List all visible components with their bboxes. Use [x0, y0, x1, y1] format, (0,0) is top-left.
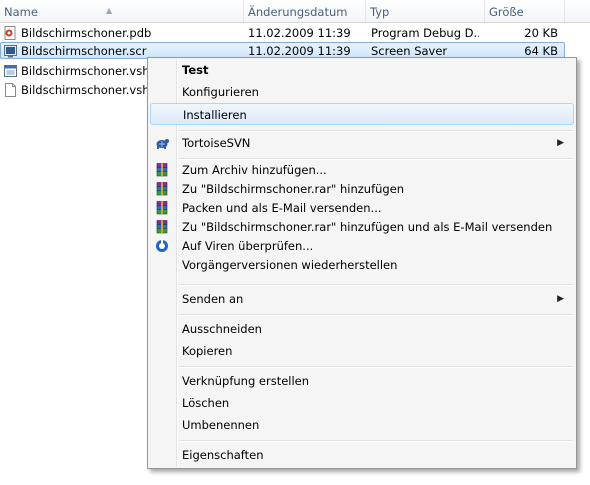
column-date-label: Änderungsdatum [248, 5, 348, 19]
menu-item-label: Löschen [182, 396, 230, 410]
sort-ascending-icon: ▲ [106, 6, 113, 15]
document-file-icon [5, 83, 16, 97]
menu-item-label: Packen und als E-Mail versenden... [182, 201, 382, 215]
winrar-icon [156, 201, 168, 215]
file-size: 20 KB [524, 26, 558, 40]
menu-item-label: Verknüpfung erstellen [182, 374, 310, 388]
menu-separator [180, 284, 572, 286]
submenu-arrow-icon: ▶ [557, 294, 564, 304]
menu-item-label: Installieren [183, 108, 247, 122]
menu-item-loeschen[interactable]: Löschen [150, 392, 574, 414]
menu-item-konfigurieren[interactable]: Konfigurieren [150, 81, 574, 103]
menu-item-vorgaenger[interactable]: Vorgängerversionen wiederherstellen [150, 256, 574, 275]
column-header-size[interactable]: Größe [485, 0, 565, 22]
column-name-label: Name [4, 5, 38, 19]
menu-item-packen-mail[interactable]: Packen und als E-Mail versenden... [150, 199, 574, 218]
menu-item-label: Test [182, 63, 209, 77]
menu-item-label: Konfigurieren [182, 85, 259, 99]
menu-item-senden-an[interactable]: Senden an ▶ [150, 288, 574, 310]
menu-item-verknuepfung[interactable]: Verknüpfung erstellen [150, 370, 574, 392]
menu-item-label: Vorgängerversionen wiederherstellen [182, 258, 398, 272]
column-header: Name ▲ Änderungsdatum Typ Größe [0, 0, 590, 23]
menu-item-label: Auf Viren überprüfen... [182, 239, 314, 253]
column-header-date[interactable]: Änderungsdatum [244, 0, 366, 22]
menu-item-archiv[interactable]: Zum Archiv hinzufügen... [150, 161, 574, 180]
column-size-label: Größe [489, 5, 524, 19]
menu-item-label: Ausschneiden [182, 322, 262, 336]
column-type-label: Typ [370, 5, 390, 19]
winrar-icon [156, 163, 168, 177]
file-row[interactable]: Bildschirmschoner.pdb 11.02.2009 11:39 P… [0, 24, 590, 42]
menu-separator [180, 440, 572, 442]
menu-item-rar-mail[interactable]: Zu "Bildschirmschoner.rar" hinzufügen un… [150, 218, 574, 237]
menu-separator [180, 158, 572, 160]
antivirus-icon [156, 240, 168, 252]
menu-item-test[interactable]: Test [150, 59, 574, 81]
menu-item-viren[interactable]: Auf Viren überprüfen... [150, 237, 574, 256]
exe-file-icon [4, 65, 17, 77]
menu-item-label: Zum Archiv hinzufügen... [182, 163, 327, 177]
winrar-icon [156, 220, 168, 234]
menu-item-label: Umbenennen [182, 418, 260, 432]
menu-item-rar[interactable]: Zu "Bildschirmschoner.rar" hinzufügen [150, 180, 574, 199]
column-header-type[interactable]: Typ [366, 0, 485, 22]
menu-item-tortoisesvn[interactable]: TortoiseSVN ▶ [150, 132, 574, 154]
winrar-icon [156, 182, 168, 196]
menu-item-label: Zu "Bildschirmschoner.rar" hinzufügen [182, 182, 405, 196]
submenu-arrow-icon: ▶ [557, 138, 564, 148]
menu-item-eigenschaften[interactable]: Eigenschaften [150, 444, 574, 466]
menu-item-ausschneiden[interactable]: Ausschneiden [150, 318, 574, 340]
column-header-name[interactable]: Name ▲ [0, 0, 244, 22]
menu-item-label: Eigenschaften [182, 448, 264, 462]
menu-item-label: Kopieren [182, 344, 233, 358]
menu-item-kopieren[interactable]: Kopieren [150, 340, 574, 362]
menu-separator [180, 366, 572, 368]
menu-item-label: TortoiseSVN [182, 136, 251, 150]
file-date: 11.02.2009 11:39 [248, 26, 351, 40]
menu-separator [180, 314, 572, 316]
pdb-file-icon [4, 26, 16, 40]
menu-item-label: Senden an [182, 292, 244, 306]
file-type: Program Debug D... [371, 26, 479, 40]
tortoisesvn-icon [156, 139, 169, 149]
file-name: Bildschirmschoner.pdb [21, 26, 152, 40]
file-name: Bildschirmschoner.vshost.exe.manifest [21, 83, 147, 97]
menu-item-label: Zu "Bildschirmschoner.rar" hinzufügen un… [182, 220, 553, 234]
menu-item-installieren[interactable]: Installieren [150, 103, 574, 125]
context-menu: Test Konfigurieren Installieren Tortoise… [147, 57, 577, 469]
file-name: Bildschirmschoner.vshost.exe [21, 64, 147, 78]
screensaver-file-icon [4, 45, 17, 58]
menu-item-umbenennen[interactable]: Umbenennen [150, 414, 574, 436]
